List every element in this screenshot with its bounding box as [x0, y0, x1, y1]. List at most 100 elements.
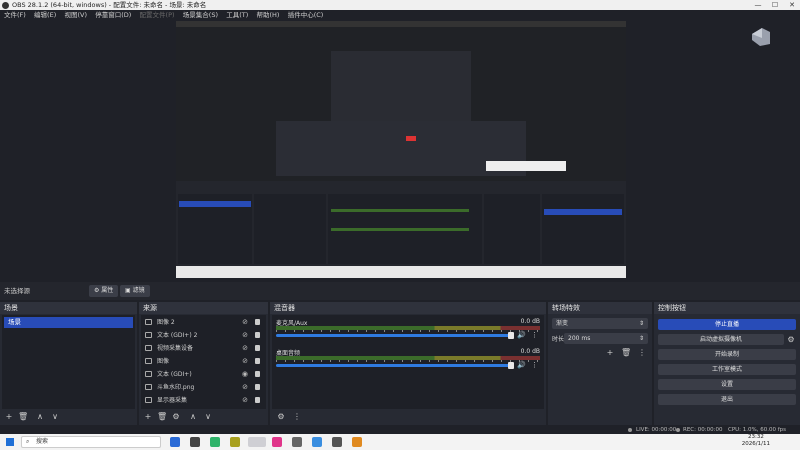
move-up-icon[interactable]: ∧ — [188, 412, 198, 422]
speaker-icon[interactable]: 🔊 — [517, 361, 526, 369]
speaker-icon[interactable]: 🔊 — [517, 331, 526, 339]
menu-file[interactable]: 文件(F) — [4, 10, 26, 21]
live-time: LIVE: 00:00:00 — [636, 427, 677, 433]
more-icon[interactable]: ⋮ — [531, 361, 538, 369]
stop-streaming-button[interactable]: 停止直播 — [658, 319, 796, 330]
lock-icon[interactable] — [255, 332, 260, 338]
app-plane-icon[interactable] — [292, 437, 302, 447]
scene-item[interactable]: 场景 — [4, 317, 133, 328]
app-l-icon[interactable] — [230, 437, 240, 447]
source-row[interactable]: 斗鱼水印.png ⊘ — [141, 381, 266, 394]
hidden-eye-icon[interactable]: ⊘ — [242, 316, 248, 329]
studio-mode-button[interactable]: 工作室模式 — [658, 364, 796, 375]
add-source-icon[interactable]: + — [143, 412, 153, 422]
meter-ticks — [276, 330, 540, 332]
source-row[interactable]: 视频采集设备 ⊘ — [141, 342, 266, 355]
minimize-button[interactable]: — — [750, 0, 766, 10]
menu-edit[interactable]: 编辑(E) — [34, 10, 56, 21]
menu-help[interactable]: 帮助(H) — [257, 10, 280, 21]
preview-canvas[interactable] — [176, 21, 626, 278]
lock-icon[interactable] — [255, 397, 260, 403]
search-placeholder: 搜索 — [36, 438, 49, 445]
more-icon[interactable]: ⋮ — [531, 331, 538, 339]
remove-scene-icon[interactable]: 🗑 — [18, 412, 28, 422]
more-icon[interactable]: ⋮ — [292, 412, 302, 422]
fader-knob[interactable] — [508, 332, 514, 339]
rec-time: REC: 00:00:00 — [683, 427, 723, 433]
visible-eye-icon[interactable]: ◉ — [242, 368, 248, 381]
properties-label: 属性 — [101, 287, 114, 294]
move-down-icon[interactable]: ∨ — [50, 412, 60, 422]
taskbar-search[interactable]: ⌕ 搜索 — [21, 436, 161, 448]
app-qq-icon[interactable] — [352, 437, 362, 447]
fader-knob[interactable] — [508, 362, 514, 369]
app-green-icon[interactable] — [210, 437, 220, 447]
virtual-camera-settings-icon[interactable]: ⚙ — [786, 335, 796, 345]
app-heart-icon[interactable] — [312, 437, 322, 447]
menu-tools[interactable]: 工具(T) — [226, 10, 248, 21]
spin-icon: ⇕ — [638, 320, 644, 327]
source-row[interactable]: 文本 (GDI+) ◉ — [141, 368, 266, 381]
cpu-fps: CPU: 1.0%, 60.00 fps — [728, 427, 787, 433]
app-k-icon[interactable] — [170, 437, 180, 447]
source-row[interactable]: 文本 (GDI+) 2 ⊘ — [141, 329, 266, 342]
spin-icon: ⇕ — [638, 335, 644, 342]
hidden-eye-icon[interactable]: ⊘ — [242, 381, 248, 394]
transitions-panel: 转场特效 渐变 ⇕ 时长 200 ms ⇕ + 🗑 ⋮ — [548, 302, 652, 425]
rec-indicator-icon — [676, 428, 680, 432]
hidden-eye-icon[interactable]: ⊘ — [242, 342, 248, 355]
mixer-channel: 麦克风/Aux 0.0 dB 🔊 ⋮ — [274, 317, 542, 345]
move-down-icon[interactable]: ∨ — [203, 412, 213, 422]
search-icon: ⌕ — [26, 438, 30, 445]
maximize-button[interactable]: ☐ — [767, 0, 783, 10]
hidden-eye-icon[interactable]: ⊘ — [242, 329, 248, 342]
filters-label: 滤镜 — [132, 287, 145, 294]
status-bar: LIVE: 00:00:00 REC: 00:00:00 CPU: 1.0%, … — [0, 426, 800, 434]
scenes-footer: + 🗑 ∧ ∨ — [0, 409, 137, 425]
menu-plugins[interactable]: 插件中心(C) — [288, 10, 324, 21]
menu-docks[interactable]: 停靠窗口(D) — [95, 10, 131, 21]
close-button[interactable]: ✕ — [784, 0, 800, 10]
hidden-eye-icon[interactable]: ⊘ — [242, 394, 248, 407]
title-bar: OBS 28.1.2 (64-bit, windows) - 配置文件: 未命名… — [0, 0, 800, 10]
lock-icon[interactable] — [255, 384, 260, 390]
source-label: 文本 (GDI+) 2 — [157, 332, 198, 339]
properties-button[interactable]: ⚙ 属性 — [89, 285, 119, 297]
menu-profile[interactable]: 配置文件(P) — [140, 10, 175, 21]
source-row[interactable]: 图像 2 ⊘ — [141, 316, 266, 329]
hidden-eye-icon[interactable]: ⊘ — [242, 355, 248, 368]
text-source-icon — [145, 332, 152, 338]
start-recording-button[interactable]: 开始录制 — [658, 349, 796, 360]
volume-fader[interactable] — [276, 364, 512, 367]
taskbar-clock[interactable]: 23:32 2026/1/11 — [742, 434, 770, 448]
remove-transition-icon[interactable]: 🗑 — [621, 348, 631, 358]
source-row[interactable]: 图像 ⊘ — [141, 355, 266, 368]
sources-footer: + 🗑 ⚙ ∧ ∨ — [139, 409, 268, 425]
menu-view[interactable]: 视图(V) — [64, 10, 87, 21]
menu-scene-collection[interactable]: 场景集合(S) — [183, 10, 218, 21]
filters-button[interactable]: ▣ 滤镜 — [120, 285, 150, 297]
more-icon[interactable]: ⋮ — [637, 348, 647, 358]
lock-icon[interactable] — [255, 371, 260, 377]
add-transition-icon[interactable]: + — [605, 348, 615, 358]
duration-input[interactable]: 200 ms ⇕ — [564, 333, 648, 344]
virtual-camera-button[interactable]: 启动虚拟摄像机 — [658, 334, 784, 345]
source-settings-icon[interactable]: ⚙ — [171, 412, 181, 422]
app-g-icon[interactable] — [190, 437, 200, 447]
move-up-icon[interactable]: ∧ — [35, 412, 45, 422]
lock-icon[interactable] — [255, 319, 260, 325]
exit-button[interactable]: 退出 — [658, 394, 796, 405]
settings-button[interactable]: 设置 — [658, 379, 796, 390]
app-tool-icon[interactable] — [332, 437, 342, 447]
lock-icon[interactable] — [255, 345, 260, 351]
mixer-settings-icon[interactable]: ⚙ — [276, 412, 286, 422]
volume-fader[interactable] — [276, 334, 512, 337]
source-row[interactable]: 显示器采集 ⊘ — [141, 394, 266, 407]
remove-source-icon[interactable]: 🗑 — [157, 412, 167, 422]
app-pink-icon[interactable] — [272, 437, 282, 447]
lock-icon[interactable] — [255, 358, 260, 364]
obs-taskbar-icon[interactable] — [248, 437, 266, 447]
windows-start-icon[interactable] — [6, 438, 14, 446]
add-scene-icon[interactable]: + — [4, 412, 14, 422]
transition-select[interactable]: 渐变 ⇕ — [552, 318, 648, 329]
